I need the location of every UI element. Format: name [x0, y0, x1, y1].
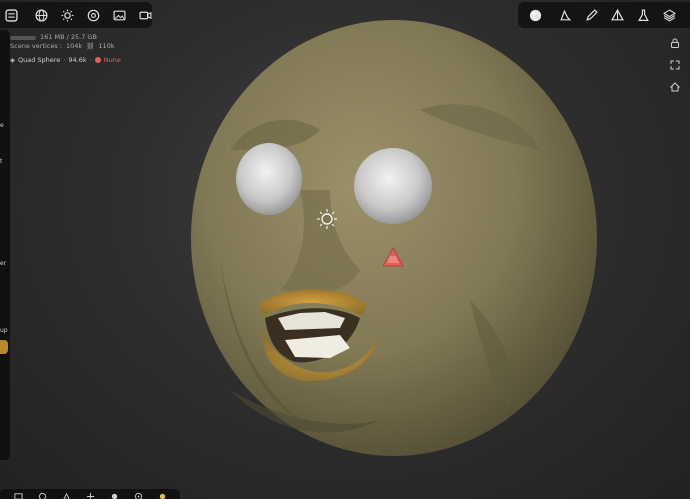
move-tool-icon[interactable] — [82, 491, 98, 499]
flask-icon[interactable] — [630, 3, 656, 27]
right-side-icons — [666, 36, 684, 94]
right-eye — [354, 148, 432, 224]
scene-link-value: 110k — [98, 42, 115, 50]
more-icon[interactable] — [682, 3, 690, 27]
mask-tool-icon[interactable] — [34, 491, 50, 499]
link-icon: ⛓ — [86, 42, 95, 50]
left-side-panel: e t er up — [0, 30, 10, 460]
top-left-toolbar — [0, 2, 152, 28]
separator: · — [63, 56, 66, 64]
sculpt-viewport[interactable] — [0, 0, 690, 499]
scene-vertices-label: Scene vertices : — [10, 42, 62, 50]
pen-icon[interactable] — [578, 3, 604, 27]
left-panel-label: up — [0, 327, 8, 334]
material-icon[interactable] — [604, 3, 630, 27]
active-tool-indicator[interactable] — [0, 340, 8, 354]
inflate-tool-icon[interactable] — [130, 491, 146, 499]
left-panel-label: er — [0, 260, 7, 267]
mesh-icon: ◈ — [10, 56, 15, 64]
lock-icon[interactable] — [666, 36, 684, 50]
clay-tool-icon[interactable] — [154, 491, 170, 499]
top-right-toolbar — [518, 2, 690, 28]
bottom-toolbar — [0, 489, 180, 499]
memory-usage: 161 MB / 25.7 GB — [40, 33, 97, 41]
camera-icon[interactable] — [132, 3, 158, 27]
left-panel-label: t — [0, 158, 3, 165]
globe-icon[interactable] — [28, 3, 54, 27]
mesh-info[interactable]: ◈ Quad Sphere · 94.6k · Nune — [10, 56, 121, 64]
mesh-count: 94.6k — [68, 56, 87, 64]
layers-icon[interactable] — [656, 3, 682, 27]
paint-tool-icon[interactable] — [58, 491, 74, 499]
smooth-tool-icon[interactable] — [106, 491, 122, 499]
mesh-status: Nune — [103, 56, 121, 64]
stats-bar — [10, 35, 36, 40]
left-panel-label: e — [0, 122, 4, 129]
scene-vertices-value: 104k — [65, 42, 83, 50]
settings-icon[interactable] — [80, 3, 106, 27]
fullscreen-icon[interactable] — [666, 58, 684, 72]
scene-stats: 161 MB / 25.7 GB Scene vertices : 104k ⛓… — [10, 33, 115, 51]
left-eye — [236, 143, 302, 215]
home-icon[interactable] — [666, 80, 684, 94]
sculpt-tool-icon[interactable] — [10, 491, 26, 499]
image-icon[interactable] — [106, 3, 132, 27]
brush-sphere-icon[interactable] — [522, 3, 548, 27]
sculpted-head-model — [191, 20, 597, 456]
status-dot-icon — [94, 57, 101, 63]
mesh-name: Quad Sphere — [18, 56, 61, 64]
separator: · — [89, 56, 92, 64]
menu-icon[interactable] — [0, 3, 24, 27]
tool-icon[interactable] — [552, 3, 578, 27]
sun-icon[interactable] — [54, 3, 80, 27]
